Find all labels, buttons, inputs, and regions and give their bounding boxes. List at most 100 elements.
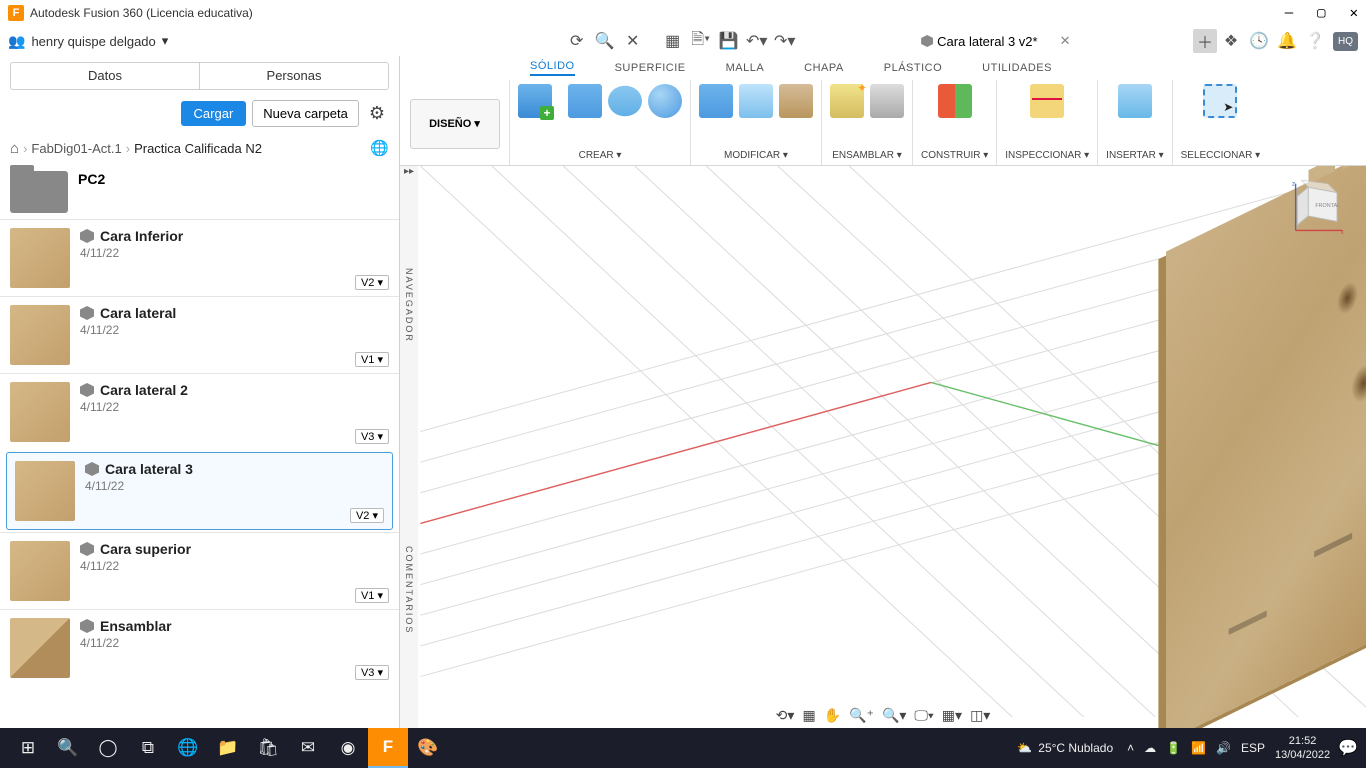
pan-button[interactable]: ✋ — [824, 707, 841, 724]
user-menu[interactable]: 👥 henry quispe delgado ▾ — [8, 33, 168, 50]
ribbon-label-construir[interactable]: CONSTRUIR ▾ — [921, 150, 988, 163]
create-box-button[interactable] — [568, 84, 602, 118]
new-component-button[interactable] — [830, 84, 864, 118]
display-settings-button[interactable]: 🖵▾ — [914, 707, 933, 724]
explorer-icon[interactable]: 📁 — [208, 728, 248, 768]
store-icon[interactable]: 🛍 — [248, 728, 288, 768]
extensions-button[interactable]: ❖ — [1219, 29, 1243, 53]
search-button[interactable]: 🔍 — [593, 29, 617, 53]
paint-icon[interactable]: 🎨 — [408, 728, 448, 768]
breadcrumb-item-0[interactable]: FabDig01-Act.1 — [31, 141, 121, 156]
grid-settings-button[interactable]: ▦▾ — [942, 707, 962, 724]
ribbon-label-insertar[interactable]: INSERTAR ▾ — [1106, 150, 1163, 163]
design-item[interactable]: Cara lateral 34/11/22V2 ▾ — [6, 452, 393, 530]
window-maximize-button[interactable]: ▢ — [1317, 5, 1325, 21]
ribbon-label-inspeccionar[interactable]: INSPECCIONAR ▾ — [1005, 150, 1089, 163]
version-dropdown[interactable]: V1 ▾ — [355, 588, 389, 603]
ribbon-tab-plástico[interactable]: PLÁSTICO — [884, 62, 942, 74]
create-cylinder-button[interactable] — [608, 84, 642, 118]
ribbon-tab-malla[interactable]: MALLA — [726, 62, 765, 74]
tray-language[interactable]: ESP — [1241, 741, 1265, 755]
window-close-button[interactable]: ✕ — [1350, 5, 1358, 21]
construct-plane-button[interactable] — [938, 84, 972, 118]
joint-button[interactable] — [870, 84, 904, 118]
orbit-button[interactable]: ⟲▾ — [776, 707, 795, 724]
task-view-button[interactable]: ⧉ — [128, 728, 168, 768]
fit-button[interactable]: 🔍▾ — [882, 707, 906, 724]
fusion360-taskbar-icon[interactable]: F — [368, 728, 408, 768]
ribbon-label-crear[interactable]: CREAR ▾ — [579, 150, 622, 163]
ribbon-label-modificar[interactable]: MODIFICAR ▾ — [724, 150, 788, 163]
version-dropdown[interactable]: V3 ▾ — [355, 429, 389, 444]
ribbon-tab-utilidades[interactable]: UTILIDADES — [982, 62, 1052, 74]
search-taskbar-button[interactable]: 🔍 — [48, 728, 88, 768]
save-button[interactable]: 💾 — [717, 29, 741, 53]
tab-personas[interactable]: Personas — [199, 63, 388, 89]
create-sphere-button[interactable] — [648, 84, 682, 118]
lookat-button[interactable]: ▦ — [802, 707, 815, 724]
design-item[interactable]: Ensamblar4/11/22V3 ▾ — [0, 609, 399, 686]
globe-icon[interactable]: 🌐 — [370, 139, 389, 157]
notifications-button[interactable]: 🔔 — [1275, 29, 1299, 53]
tray-chevron-icon[interactable]: ˄ — [1127, 741, 1134, 755]
chrome-icon[interactable]: ◉ — [328, 728, 368, 768]
upload-button[interactable]: Cargar — [181, 101, 247, 126]
canvas[interactable]: ▸▸ NAVEGADOR COMENTARIOS — [400, 166, 1366, 736]
version-dropdown[interactable]: V3 ▾ — [355, 665, 389, 680]
home-icon[interactable]: ⌂ — [10, 140, 19, 157]
zoom-button[interactable]: 🔍⁺ — [849, 707, 874, 724]
gear-icon[interactable]: ⚙ — [365, 103, 389, 124]
version-dropdown[interactable]: V2 ▾ — [350, 508, 384, 523]
ribbon-label-seleccionar[interactable]: SELECCIONAR ▾ — [1181, 150, 1260, 163]
ribbon-tab-superficie[interactable]: SUPERFICIE — [615, 62, 686, 74]
ribbon-tab-sólido[interactable]: SÓLIDO — [530, 60, 575, 76]
new-tab-button[interactable]: ＋ — [1193, 29, 1217, 53]
version-dropdown[interactable]: V2 ▾ — [355, 275, 389, 290]
tray-wifi-icon[interactable]: 📶 — [1191, 741, 1206, 755]
panel-close-button[interactable]: ✕ — [621, 29, 645, 53]
folder-row[interactable]: PC2 — [0, 165, 399, 219]
tray-battery-icon[interactable]: 🔋 — [1166, 741, 1181, 755]
weather-widget[interactable]: ⛅ 25°C Nublado — [1017, 741, 1113, 755]
undo-button[interactable]: ↶▾ — [745, 29, 769, 53]
create-sketch-button[interactable] — [518, 84, 552, 118]
refresh-button[interactable]: ⟳ — [565, 29, 589, 53]
model-body[interactable] — [1166, 166, 1366, 736]
window-minimize-button[interactable]: — — [1285, 5, 1293, 21]
viewcube[interactable]: FRONTAL z x — [1292, 180, 1346, 234]
expand-browser-button[interactable]: ▸▸ — [400, 166, 418, 184]
design-item[interactable]: Cara Inferior4/11/22V2 ▾ — [0, 219, 399, 296]
select-button[interactable] — [1203, 84, 1237, 118]
viewports-button[interactable]: ◫▾ — [970, 707, 990, 724]
design-item[interactable]: Cara lateral 24/11/22V3 ▾ — [0, 373, 399, 450]
grid-apps-button[interactable]: ▦ — [661, 29, 685, 53]
press-pull-button[interactable] — [699, 84, 733, 118]
appearance-button[interactable] — [779, 84, 813, 118]
design-item[interactable]: Cara lateral4/11/22V1 ▾ — [0, 296, 399, 373]
cortana-button[interactable]: ◯ — [88, 728, 128, 768]
fillet-button[interactable] — [739, 84, 773, 118]
mail-icon[interactable]: ✉ — [288, 728, 328, 768]
file-menu-button[interactable]: 🗎▾ — [689, 29, 713, 53]
taskbar-clock[interactable]: 21:52 13/04/2022 — [1275, 734, 1330, 762]
start-button[interactable]: ⊞ — [8, 728, 48, 768]
breadcrumb-item-1[interactable]: Practica Calificada N2 — [134, 141, 262, 156]
ribbon-tab-chapa[interactable]: CHAPA — [804, 62, 844, 74]
profile-badge[interactable]: HQ — [1333, 32, 1358, 51]
edge-icon[interactable]: 🌐 — [168, 728, 208, 768]
document-tab[interactable]: Cara lateral 3 v2* ✕ — [799, 33, 1193, 49]
insert-button[interactable] — [1118, 84, 1152, 118]
tab-datos[interactable]: Datos — [11, 63, 199, 89]
jobs-button[interactable]: 🕓 — [1247, 29, 1271, 53]
help-button[interactable]: ❔ — [1303, 29, 1327, 53]
design-item[interactable]: Cara superior4/11/22V1 ▾ — [0, 532, 399, 609]
action-center-button[interactable]: 💬 — [1338, 738, 1358, 758]
document-tab-close[interactable]: ✕ — [1060, 33, 1071, 49]
new-folder-button[interactable]: Nueva carpeta — [252, 100, 359, 127]
version-dropdown[interactable]: V1 ▾ — [355, 352, 389, 367]
tray-volume-icon[interactable]: 🔊 — [1216, 741, 1231, 755]
measure-button[interactable] — [1030, 84, 1064, 118]
redo-button[interactable]: ↷▾ — [773, 29, 797, 53]
workspace-switcher-button[interactable]: DISEÑO ▾ — [410, 99, 500, 149]
ribbon-label-ensamblar[interactable]: ENSAMBLAR ▾ — [832, 150, 901, 163]
